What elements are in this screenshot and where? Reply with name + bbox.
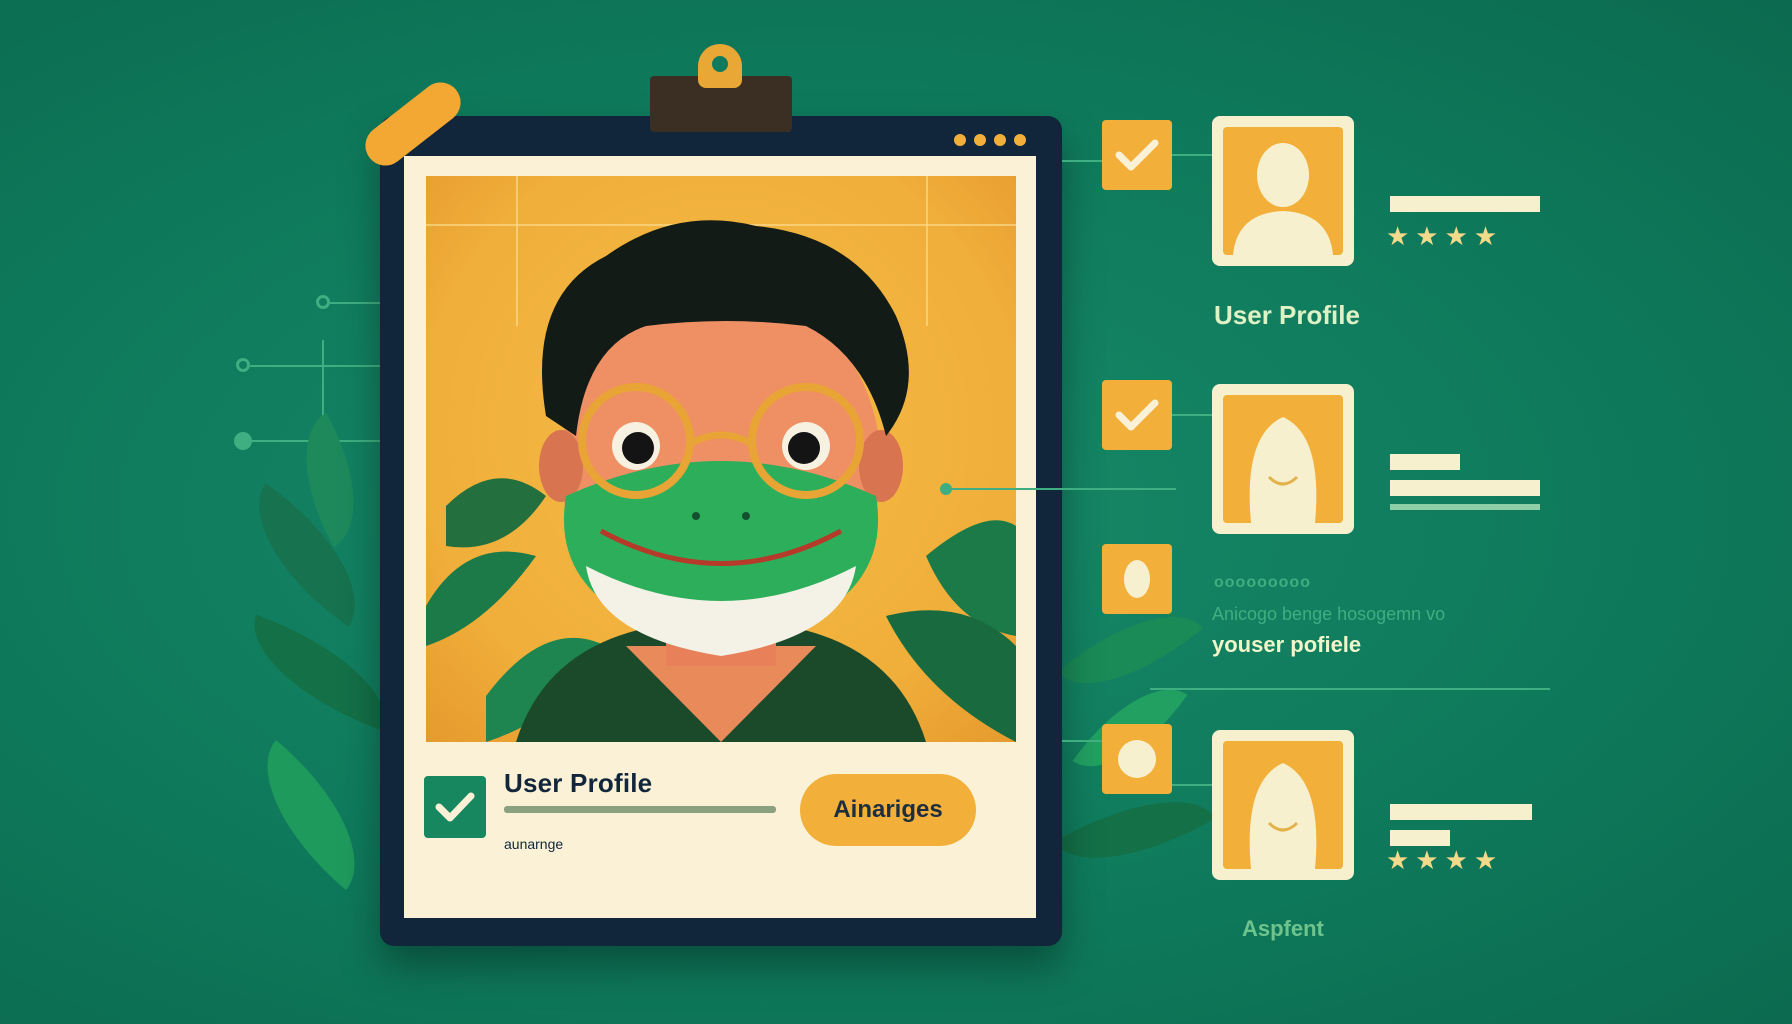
profile-3-label: youser pofiele bbox=[1212, 632, 1362, 657]
clip-ring bbox=[698, 44, 742, 88]
connector-line bbox=[1172, 784, 1212, 786]
leaf-icon bbox=[231, 739, 391, 891]
check-icon bbox=[1115, 139, 1159, 171]
profile-2-bar bbox=[1390, 454, 1460, 470]
card-action-button[interactable]: Ainariges bbox=[800, 774, 976, 846]
divider bbox=[1150, 688, 1550, 690]
window-dot bbox=[994, 134, 1006, 146]
title-underline bbox=[504, 806, 776, 813]
profile-photo bbox=[426, 176, 1016, 742]
profile-1-bar bbox=[1390, 196, 1540, 212]
clip-hole bbox=[712, 56, 728, 72]
card-subtitle: aunarnge bbox=[504, 836, 564, 852]
connector-line bbox=[250, 365, 400, 367]
avatar-icon bbox=[1249, 417, 1317, 523]
profile-4-bar bbox=[1390, 830, 1450, 846]
avatar-icon bbox=[1124, 560, 1150, 598]
leaf-icon bbox=[225, 483, 389, 627]
profile-3-checkbox[interactable] bbox=[1102, 544, 1172, 614]
connector-dot bbox=[234, 432, 252, 450]
connector-line bbox=[1172, 414, 1212, 416]
profile-4-bar bbox=[1390, 804, 1532, 820]
avatar-icon bbox=[1118, 740, 1156, 778]
check-icon bbox=[435, 792, 475, 822]
check-icon bbox=[1115, 399, 1159, 431]
connector-dot bbox=[940, 483, 952, 495]
profile-card: User Profile aunarnge Ainariges bbox=[357, 44, 1062, 946]
connector-line bbox=[1062, 740, 1102, 742]
profile-4-label: Aspfent bbox=[1242, 916, 1324, 941]
profile-4-stars: ★★★★ bbox=[1386, 846, 1504, 876]
profile-3-dots: ooooooooo bbox=[1214, 574, 1311, 591]
profile-2-bar bbox=[1390, 480, 1540, 496]
profile-1-stars: ★★★★ bbox=[1386, 222, 1504, 252]
profile-2-avatar[interactable] bbox=[1212, 384, 1354, 534]
window-dot bbox=[1014, 134, 1026, 146]
connector-dot bbox=[236, 358, 250, 372]
profile-4-checkbox[interactable] bbox=[1102, 724, 1172, 794]
profile-2-checkbox[interactable] bbox=[1102, 380, 1172, 450]
card-title: User Profile bbox=[504, 768, 653, 798]
connector-line bbox=[1062, 160, 1102, 162]
profile-1-avatar[interactable] bbox=[1212, 116, 1354, 266]
profile-4-avatar[interactable] bbox=[1212, 730, 1354, 880]
connector-line bbox=[1172, 154, 1212, 156]
checkbox-checked[interactable] bbox=[424, 776, 486, 838]
avatar-illustration bbox=[426, 220, 1016, 742]
profile-3-caption: Anicogo benge hosogemn vo bbox=[1212, 604, 1446, 624]
profile-1-checkbox[interactable] bbox=[1102, 120, 1172, 190]
connector-dot bbox=[316, 295, 330, 309]
window-dot bbox=[954, 134, 966, 146]
avatar-icon bbox=[1233, 143, 1333, 255]
connector-line bbox=[950, 488, 1176, 490]
profile-1-label: User Profile bbox=[1214, 300, 1360, 330]
window-dot bbox=[974, 134, 986, 146]
profile-2-bar bbox=[1390, 504, 1540, 510]
avatar-icon bbox=[1249, 763, 1317, 869]
